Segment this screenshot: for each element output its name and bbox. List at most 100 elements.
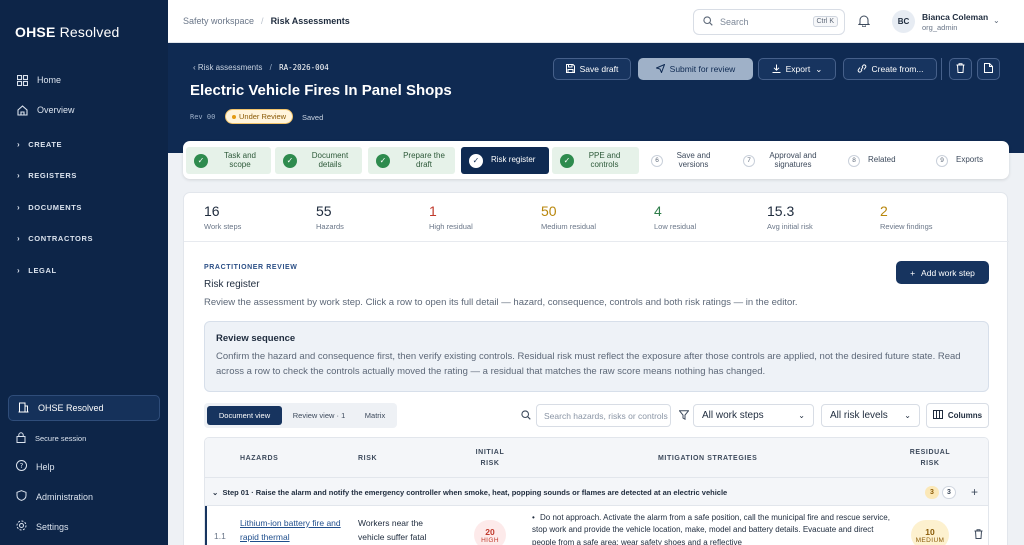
tab-review-view[interactable]: Review view · 1 <box>284 406 354 425</box>
column-header-mitigation[interactable]: MITIGATION STRATEGIES <box>658 454 757 465</box>
risk-register-panel: 16 Work steps 55 Hazards 1 High residual 50… <box>183 192 1009 545</box>
work-step-title: ⌄ Step 01 · Raise the alarm and notify t… <box>212 488 728 497</box>
download-icon <box>772 64 781 75</box>
sidebar-section-legal[interactable]: › LEGAL <box>17 266 57 275</box>
sidebar-section-registers[interactable]: › REGISTERS <box>17 171 77 180</box>
sidebar-item-overview[interactable]: Overview <box>16 104 75 116</box>
document-file-button[interactable] <box>977 58 1000 80</box>
user-role: org_admin <box>922 23 958 32</box>
save-draft-button[interactable]: Save draft <box>553 58 631 80</box>
stat-avg-initial-risk: 15.3 Avg initial risk <box>767 203 813 231</box>
sidebar-item-administration[interactable]: Administration <box>16 490 93 503</box>
delete-document-button[interactable] <box>949 58 972 80</box>
stat-review-findings: 2 Review findings <box>880 203 933 231</box>
search-icon <box>703 16 713 28</box>
trash-icon <box>956 63 965 75</box>
risk-text: Workers near the vehicle suffer fatal <box>358 518 427 542</box>
mitigation-text: • Do not approach. Activate the alarm fro… <box>532 513 890 545</box>
step-risk-register[interactable]: ✓ Risk register <box>461 147 549 174</box>
shield-icon <box>16 490 27 503</box>
callout-title: Review sequence <box>216 333 296 344</box>
export-button[interactable]: Export ⌄ <box>758 58 836 80</box>
sidebar-section-contractors[interactable]: › CONTRACTORS <box>17 234 93 243</box>
back-link[interactable]: ‹ Risk assessments <box>193 63 262 72</box>
chevron-down-icon[interactable]: ⌄ <box>993 16 1000 25</box>
check-icon: ✓ <box>283 153 297 168</box>
hazard-link[interactable]: Lithium-ion battery fire and rapid therm… <box>240 517 345 544</box>
step-prepare-the-draft[interactable]: ✓ Prepare the draft <box>368 147 455 174</box>
register-search-input[interactable]: Search hazards, risks or controls <box>536 404 671 427</box>
work-steps-select[interactable]: All work steps ⌄ <box>693 404 814 427</box>
step-ppe-and-controls[interactable]: ✓ PPE and controls <box>552 147 639 174</box>
tab-document-view[interactable]: Document view <box>207 406 282 425</box>
step-document-details[interactable]: ✓ Document details <box>275 147 362 174</box>
lock-icon <box>16 432 26 445</box>
sidebar-item-settings[interactable]: Settings <box>16 520 69 533</box>
table-header: HAZARDS RISK INITIAL RISK MITIGATION STRA… <box>205 438 988 478</box>
sidebar: OHSE Resolved Home Overview › CREATE › REG… <box>0 0 168 545</box>
grid-icon <box>16 74 28 86</box>
step-related[interactable]: 8 Related <box>840 147 910 174</box>
chevron-right-icon: › <box>17 140 21 149</box>
sidebar-section-documents[interactable]: › DOCUMENTS <box>17 203 82 212</box>
avatar[interactable]: BC <box>892 10 915 33</box>
step-task-and-scope[interactable]: ✓ Task and scope <box>186 147 271 174</box>
row-number: 1.1 <box>214 531 226 541</box>
column-header-risk[interactable]: RISK <box>358 454 377 465</box>
sidebar-item-home[interactable]: Home <box>16 74 61 86</box>
document-breadcrumb: ‹ Risk assessments / RA-2026-004 <box>193 63 329 72</box>
save-status: Saved <box>302 113 324 122</box>
breadcrumb-root[interactable]: Safety workspace <box>183 16 254 26</box>
create-from-button[interactable]: Create from... <box>843 58 937 80</box>
hazard-count-badge: 3 <box>942 486 956 499</box>
bell-icon[interactable] <box>857 14 871 29</box>
brand-logo[interactable]: OHSE Resolved <box>15 24 120 40</box>
global-search[interactable]: Search Ctrl K <box>693 9 845 35</box>
column-header-initial-risk[interactable]: INITIAL RISK <box>475 448 505 469</box>
plus-icon: + <box>910 267 916 278</box>
step-save-and-versions[interactable]: 6 Save and versions <box>643 147 728 174</box>
chevron-down-icon: ⌄ <box>904 411 911 420</box>
gear-icon <box>16 520 27 533</box>
risk-levels-select[interactable]: All risk levels ⌄ <box>821 404 920 427</box>
step-exports[interactable]: 9 Exports <box>928 147 998 174</box>
search-icon <box>521 410 531 422</box>
secure-session: Secure session <box>16 432 86 445</box>
chevron-right-icon: › <box>17 266 21 275</box>
breadcrumb-current: Risk Assessments <box>270 16 350 26</box>
org-name: OHSE Resolved <box>38 403 104 413</box>
filter-icon[interactable] <box>678 410 690 422</box>
file-icon <box>984 63 993 75</box>
trash-icon[interactable] <box>974 529 983 541</box>
sidebar-section-create[interactable]: › CREATE <box>17 140 62 149</box>
sidebar-item-help[interactable]: ? Help <box>16 460 55 473</box>
section-title: Risk register <box>204 279 260 290</box>
section-description: Review the assessment by work step. Clic… <box>204 297 798 308</box>
status-badge: Under Review <box>225 109 294 124</box>
document-header: ‹ Risk assessments / RA-2026-004 Electri… <box>168 43 1024 153</box>
building-icon <box>18 402 29 415</box>
columns-button[interactable]: Columns <box>926 403 989 428</box>
tab-matrix[interactable]: Matrix <box>356 406 394 425</box>
column-header-hazards[interactable]: HAZARDS <box>240 454 278 465</box>
stat-medium-residual: 50 Medium residual <box>541 203 597 231</box>
table-row[interactable]: 1.1 Lithium-ion battery fire and rapid t… <box>205 506 988 545</box>
home-icon <box>16 104 28 116</box>
stat-hazards: 55 Hazards <box>316 203 344 231</box>
step-approval-and-signatures[interactable]: 7 Approval and signatures <box>735 147 830 174</box>
divider <box>184 241 1009 242</box>
review-count-badge: 3 <box>925 486 939 499</box>
chevron-right-icon: › <box>17 171 21 180</box>
column-header-residual-risk[interactable]: RESIDUAL RISK <box>905 448 955 469</box>
sidebar-item-label: Home <box>37 75 62 85</box>
stat-work-steps: 16 Work steps <box>204 203 242 231</box>
check-icon: ✓ <box>376 153 390 168</box>
add-work-step-button[interactable]: + Add work step <box>896 261 989 284</box>
user-name[interactable]: Bianca Coleman <box>922 12 988 22</box>
work-step-group[interactable]: ⌄ Step 01 · Raise the alarm and notify t… <box>205 478 988 506</box>
columns-icon <box>932 410 943 421</box>
submit-for-review-button[interactable]: Submit for review <box>638 58 753 80</box>
org-switcher[interactable]: OHSE Resolved <box>8 395 160 421</box>
revision-label: Rev 00 <box>190 113 216 121</box>
add-hazard-icon[interactable]: + <box>971 485 978 499</box>
